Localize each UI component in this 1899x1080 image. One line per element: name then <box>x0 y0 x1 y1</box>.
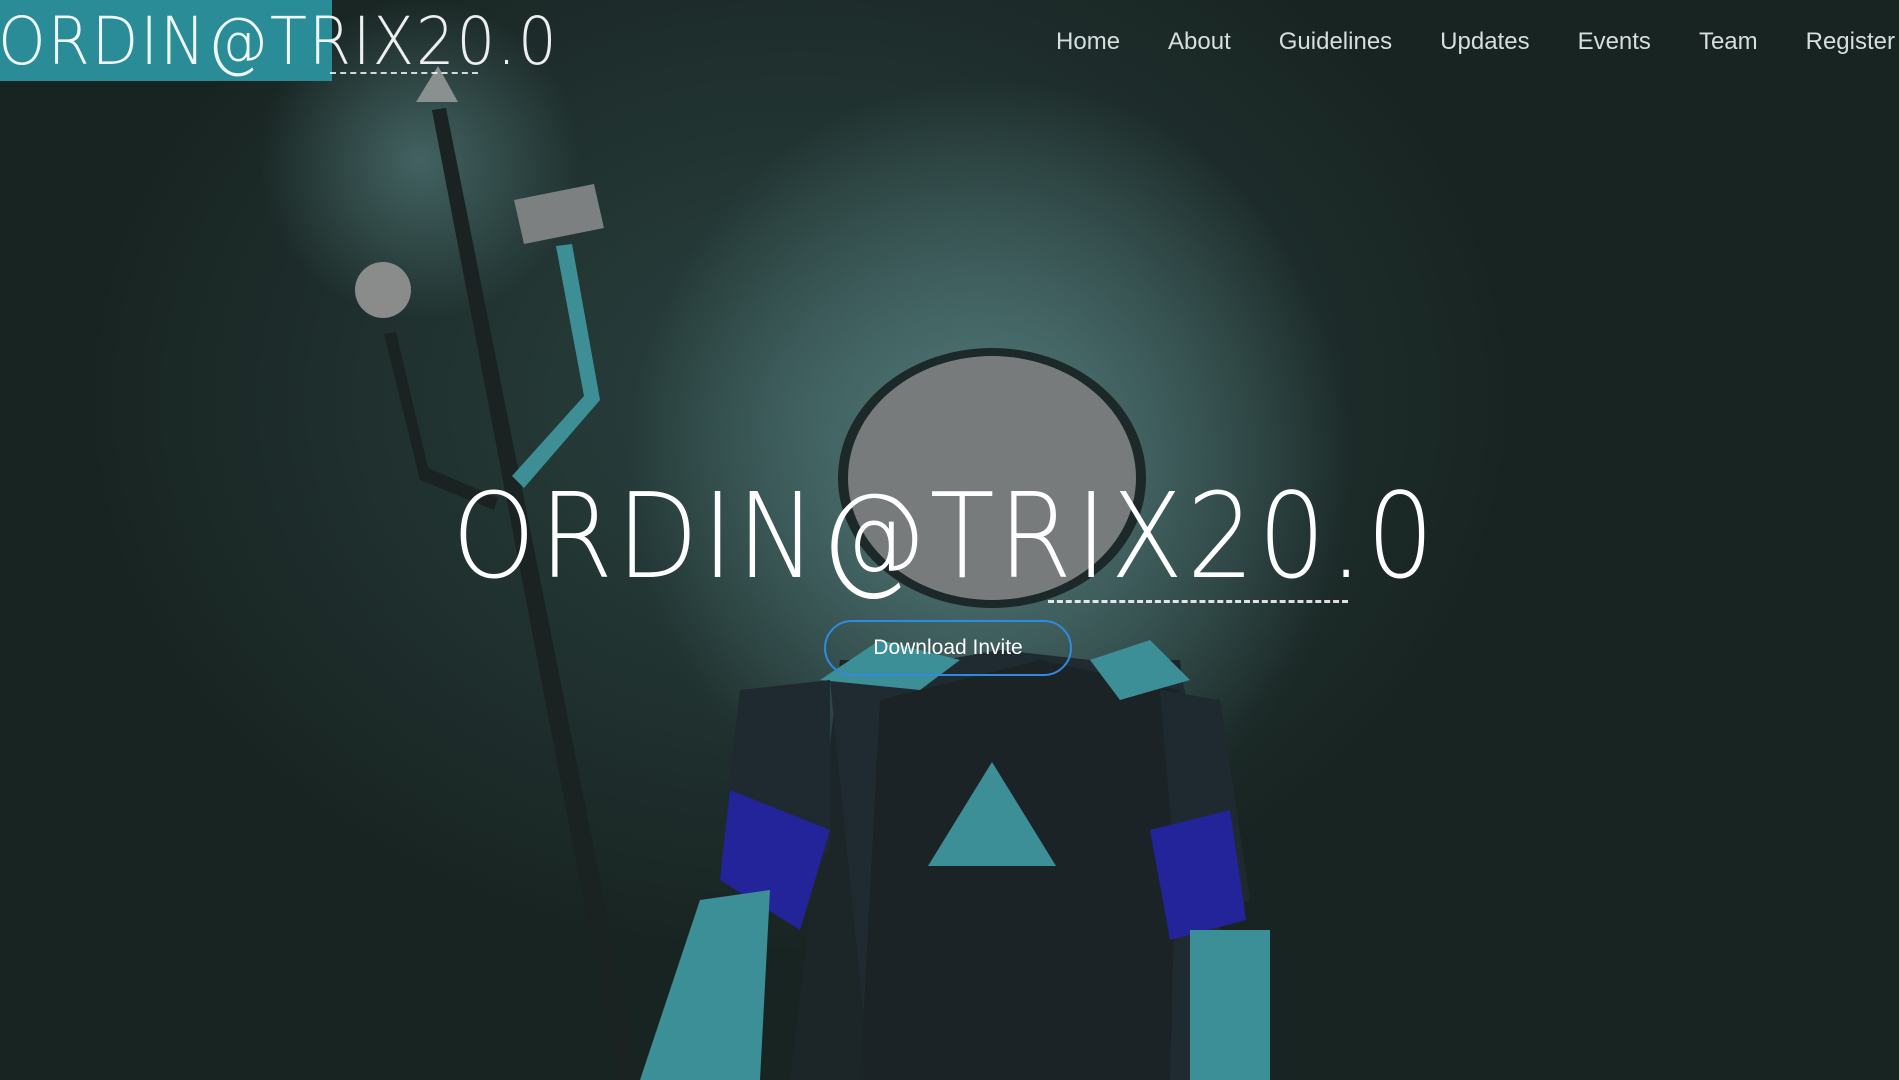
nav-events[interactable]: Events <box>1554 24 1675 60</box>
nav-team[interactable]: Team <box>1675 24 1782 60</box>
main-nav: Home About Guidelines Updates Events Tea… <box>1032 24 1895 60</box>
logo-underline <box>330 72 478 74</box>
nav-updates[interactable]: Updates <box>1416 24 1553 60</box>
nav-about[interactable]: About <box>1144 24 1255 60</box>
hero-title: ORDIN@TRIX20.0 <box>452 467 1438 605</box>
nav-guidelines[interactable]: Guidelines <box>1255 24 1416 60</box>
nav-register[interactable]: Register <box>1782 24 1895 60</box>
download-invite-button[interactable]: Download Invite <box>824 620 1072 676</box>
landing-page: ORDIN@TRIX20.0 Home About Guidelines Upd… <box>0 0 1899 1080</box>
hero-underline <box>1048 600 1348 603</box>
nav-home[interactable]: Home <box>1032 24 1144 60</box>
